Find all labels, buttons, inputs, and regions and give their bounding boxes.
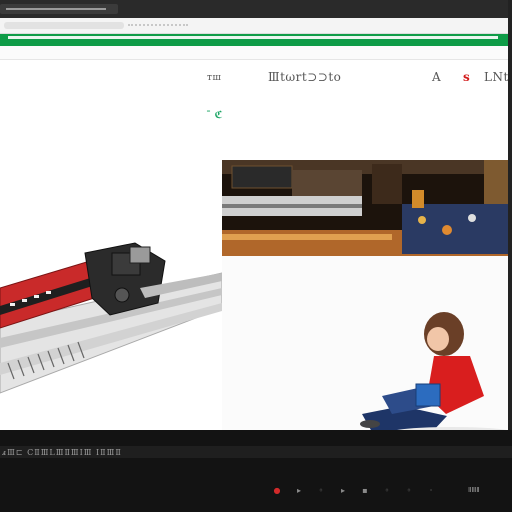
header-title[interactable]: Ⅲtωrt⊃⊃to [268,70,341,84]
workshop-photo[interactable] [222,160,508,256]
header-small-mark[interactable]: тш [207,73,221,83]
circle-icon[interactable]: ◦ [316,487,326,495]
record-icon[interactable]: ● [272,487,282,495]
clock-label[interactable]: ⅡⅢⅡ [468,486,480,494]
play-icon[interactable]: ▸ [294,487,304,495]
child-sitting-illustration[interactable] [222,256,508,430]
volume-icon[interactable]: ▪ [360,487,370,495]
site-header-bar [0,34,508,46]
taskbar: ⅎⅢ⊏ ⅭⅡⅢⅬⅢⅡⅢⅠⅢ ⅠⅡⅢⅡ ● ▸ ◦ ▸ ▪ ◦ ◦ · ⅡⅢⅡ [0,430,512,512]
taskbar-status-text: ⅎⅢ⊏ ⅭⅡⅢⅬⅢⅡⅢⅠⅢ ⅠⅡⅢⅡ [2,448,122,457]
address-bar-dots [128,24,188,27]
browser-viewport: тш Ⅲtωrt⊃⊃to A s ⅬΝtuo ˉ ℭ [0,18,508,430]
address-bar[interactable] [0,18,508,34]
sub-heading-mark: ˉ ℭ [206,110,223,121]
url-field[interactable] [4,22,124,29]
browser-tab-bar [0,0,512,18]
play-icon[interactable]: ▸ [338,487,348,495]
wifi-icon[interactable]: ◦ [382,487,392,495]
circle-icon[interactable]: · [426,487,436,495]
machinery-illustration [0,203,223,430]
header-right-link[interactable]: ⅬΝtuo [484,70,508,84]
header-letter-a[interactable]: A [432,70,441,84]
header-search-lane[interactable] [8,36,498,39]
site-subnav [0,46,508,60]
circle-icon[interactable]: ◦ [404,487,414,495]
tab-title-placeholder [6,8,106,10]
system-tray: ● ▸ ◦ ▸ ▪ ◦ ◦ · [272,487,436,495]
header-red-mark[interactable]: s [463,70,470,84]
browser-tab[interactable] [0,4,118,14]
